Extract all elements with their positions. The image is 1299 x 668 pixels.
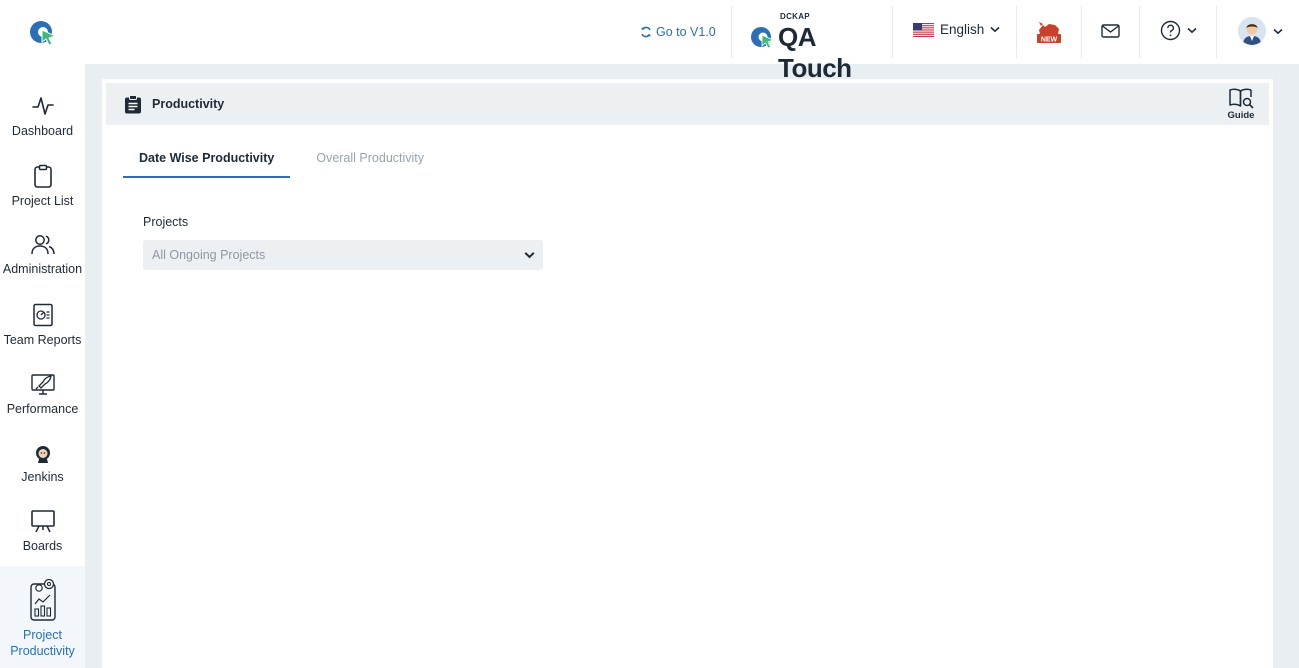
sidebar-item-project-list[interactable]: Project List <box>0 164 85 209</box>
brand-logo: DCKAP QA Touch <box>750 10 880 83</box>
sidebar-item-boards[interactable]: Boards <box>0 509 85 554</box>
user-avatar-icon <box>1238 17 1266 45</box>
sidebar-item-label: Team Reports <box>3 333 82 347</box>
productivity-tabs: Date Wise Productivity Overall Productiv… <box>123 139 440 178</box>
page-header: Productivity Guide <box>106 83 1269 125</box>
go-to-v1-link[interactable]: Go to V1.0 <box>640 23 716 41</box>
header-divider <box>892 6 893 58</box>
brand-company: DCKAP <box>780 12 810 21</box>
refresh-icon <box>641 26 651 38</box>
clipboard-icon <box>33 164 52 188</box>
sidebar-item-label: Project List <box>11 194 74 208</box>
tab-date-wise-productivity[interactable]: Date Wise Productivity <box>123 139 291 178</box>
sidebar-item-performance[interactable]: Performance <box>0 372 85 417</box>
page-title: Productivity <box>152 97 225 111</box>
chevron-down-icon <box>990 26 1000 33</box>
jenkins-icon <box>35 446 50 463</box>
header-divider <box>1216 6 1217 58</box>
header-divider <box>731 6 732 58</box>
sidebar-item-administration[interactable]: Administration <box>0 234 85 277</box>
mail-icon[interactable] <box>1101 23 1120 39</box>
whats-new-rhino-icon[interactable]: NEW <box>1036 19 1062 45</box>
sidebar-item-label: Performance <box>6 402 79 416</box>
sidebar-item-label: Project Productivity <box>10 628 75 658</box>
language-label: English <box>940 22 985 37</box>
header-divider <box>1081 6 1082 58</box>
sidebar-item-jenkins[interactable]: Jenkins <box>0 444 85 485</box>
avatar <box>1238 17 1266 45</box>
activity-icon <box>31 97 54 115</box>
projects-select[interactable]: All Ongoing Projects <box>143 240 543 270</box>
projects-select-value: All Ongoing Projects <box>152 248 266 262</box>
report-icon <box>32 303 53 327</box>
chevron-down-icon <box>1273 28 1283 34</box>
header-divider <box>1139 6 1140 58</box>
user-menu[interactable] <box>1238 17 1283 45</box>
svg-text:NEW: NEW <box>1041 37 1058 44</box>
productivity-icon <box>29 578 56 621</box>
brand-mark-icon <box>751 27 774 49</box>
sidebar-item-label: Jenkins <box>21 470 64 484</box>
sidebar-item-dashboard[interactable]: Dashboard <box>0 94 85 139</box>
top-bar: Go to V1.0 DCKAP QA Touch English NEW <box>0 0 1299 83</box>
brand-name: QA Touch <box>778 22 852 83</box>
main-content: Productivity Guide Date Wise Productivit… <box>102 79 1273 668</box>
go-to-v1-label: Go to V1.0 <box>656 25 716 39</box>
rocket-monitor-icon <box>30 374 55 395</box>
board-icon <box>30 510 55 533</box>
sidebar-item-project-productivity[interactable]: Project Productivity <box>0 566 85 668</box>
sidebar-item-label: Boards <box>22 539 63 553</box>
header-divider <box>1016 6 1017 58</box>
us-flag-icon <box>913 22 934 37</box>
tab-overall-productivity[interactable]: Overall Productivity <box>300 139 440 178</box>
book-search-icon <box>1229 88 1254 109</box>
clipboard-list-icon <box>125 95 141 114</box>
chevron-down-icon <box>524 252 535 259</box>
projects-label: Projects <box>143 215 189 229</box>
chevron-down-icon <box>1187 27 1197 34</box>
help-circle-icon <box>1160 20 1181 41</box>
sidebar: Dashboard Project List Administration Te… <box>0 64 85 668</box>
help-menu[interactable] <box>1160 20 1197 41</box>
sidebar-item-label: Administration <box>2 262 83 276</box>
guide-button[interactable]: Guide <box>1226 87 1256 121</box>
language-selector[interactable]: English <box>913 22 1000 37</box>
users-icon <box>30 235 55 255</box>
sidebar-item-label: Dashboard <box>11 124 74 138</box>
qatouch-logo-icon[interactable] <box>28 18 58 48</box>
sidebar-item-team-reports[interactable]: Team Reports <box>0 303 85 348</box>
guide-label: Guide <box>1227 110 1255 121</box>
